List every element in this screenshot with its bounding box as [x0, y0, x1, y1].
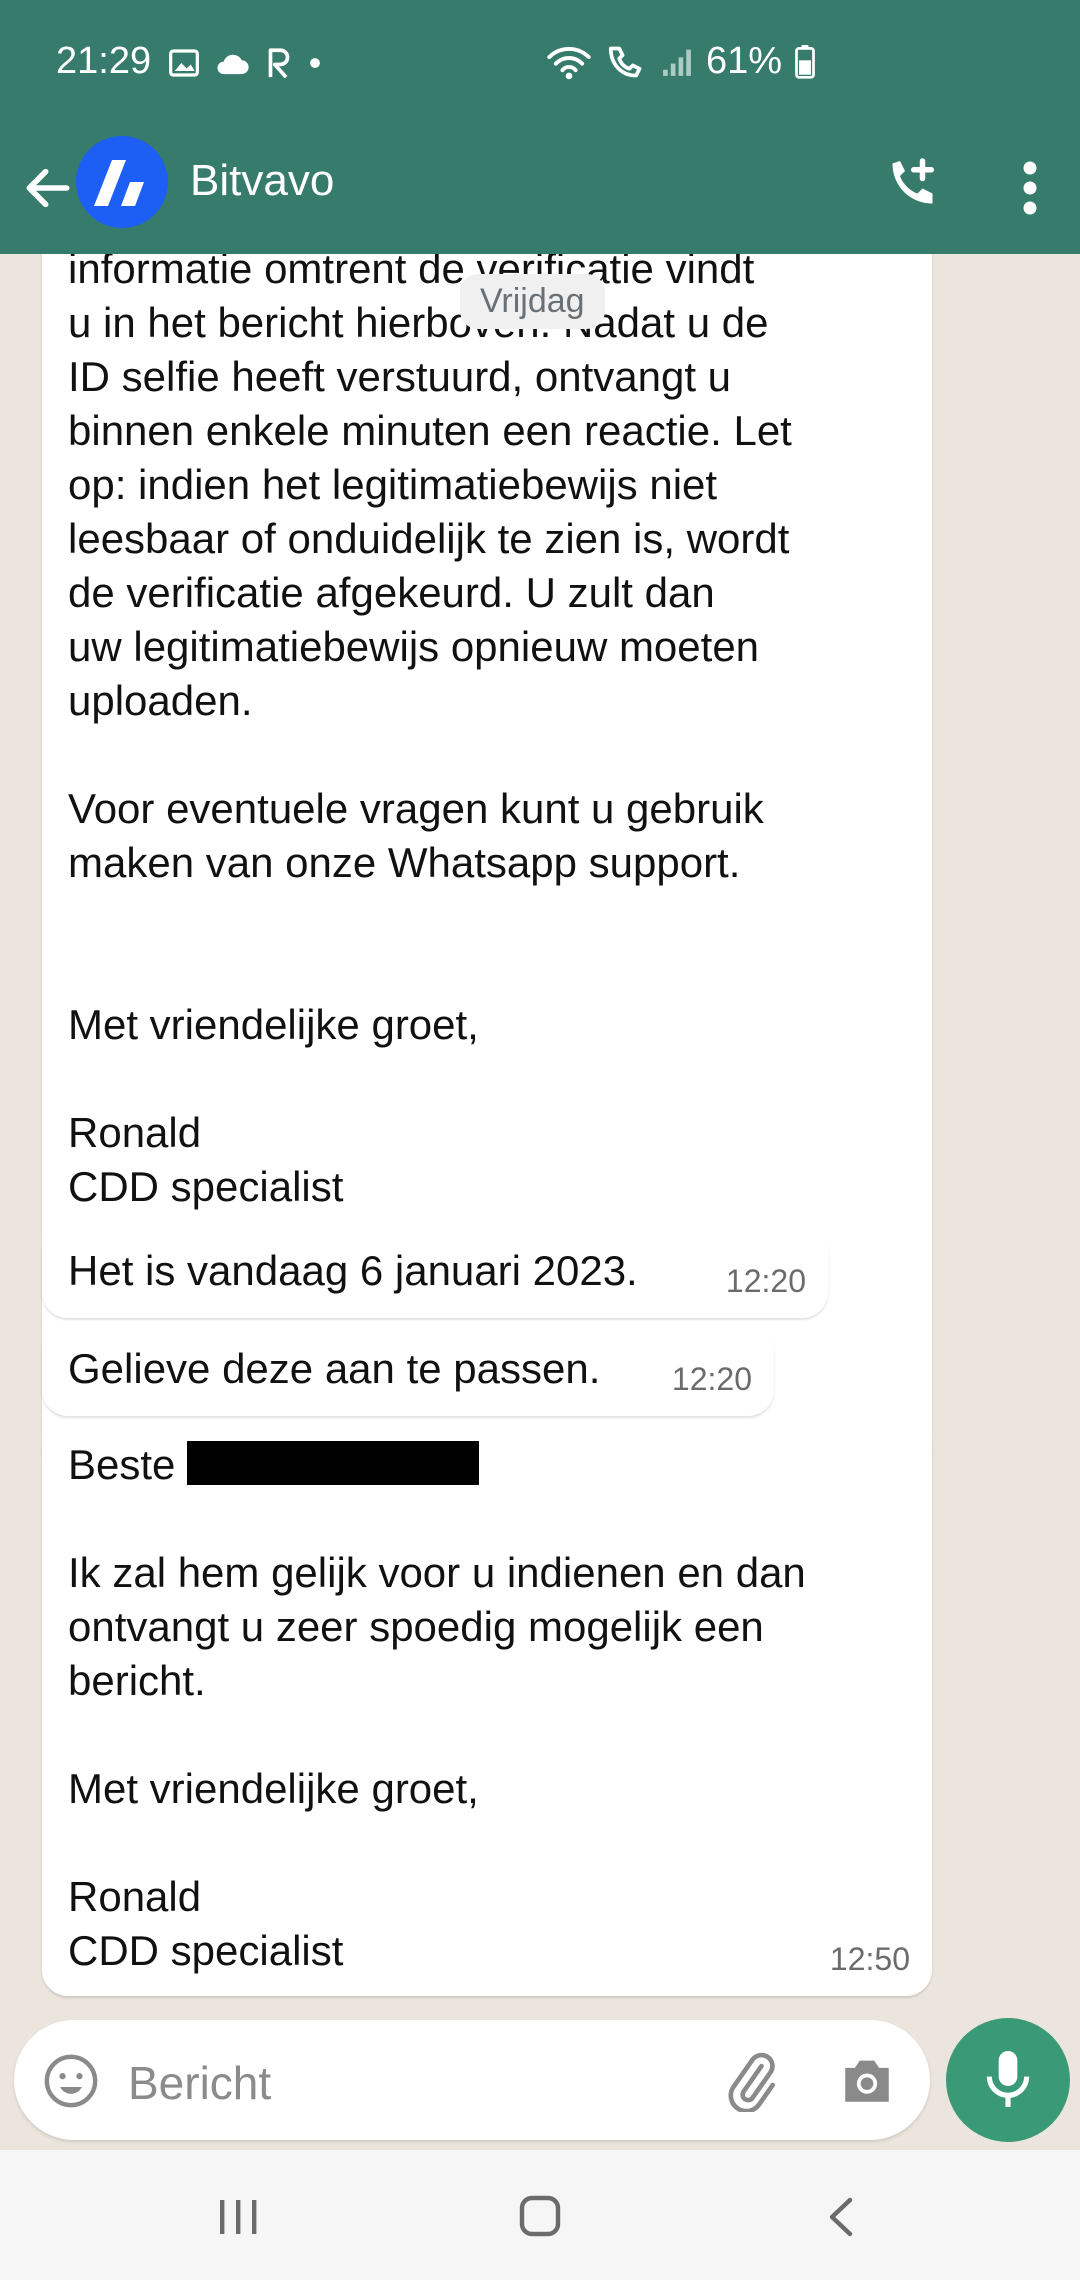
nav-back-icon[interactable]	[826, 2196, 856, 2238]
bitvavo-logo-icon	[94, 160, 144, 206]
message-time: 12:50	[829, 1941, 910, 1977]
contact-avatar[interactable]	[76, 136, 168, 228]
message-text: Ik zal hem gelijk voor u indienen en dan…	[68, 1549, 806, 1974]
voice-message-button[interactable]	[946, 2018, 1070, 2142]
contact-name[interactable]: Bitvavo	[190, 156, 334, 206]
image-icon	[169, 49, 199, 77]
system-nav-bar	[0, 2150, 1080, 2280]
recent-apps-icon[interactable]	[216, 2198, 260, 2236]
message-text: Het is vandaag 6 januari 2023.	[68, 1247, 638, 1294]
message-composer[interactable]: Bericht	[14, 2020, 930, 2140]
message-time: 12:20	[671, 1361, 752, 1397]
greeting-text: Beste	[68, 1441, 176, 1488]
message-input[interactable]: Bericht	[128, 2056, 271, 2110]
message-greeting: Beste	[68, 1438, 480, 1492]
status-time: 21:29	[56, 40, 152, 82]
camera-icon[interactable]	[838, 2052, 896, 2108]
message-time: 12:20	[725, 1263, 806, 1299]
dot-icon	[310, 58, 320, 68]
cloud-icon	[217, 54, 249, 75]
message-bubble[interactable]: Het is vandaag 6 januari 2023. 12:20	[42, 1228, 828, 1318]
status-bar: 21:29 61%	[0, 0, 1080, 128]
wifi-icon	[547, 46, 591, 79]
status-right: 61%	[546, 40, 816, 83]
battery-percent: 61%	[705, 40, 782, 82]
home-icon[interactable]	[518, 2194, 562, 2238]
attach-icon[interactable]	[720, 2050, 782, 2112]
back-arrow-icon[interactable]	[20, 160, 76, 216]
status-notification-icons	[168, 46, 322, 80]
mic-icon	[986, 2051, 1030, 2107]
signal-icon	[663, 49, 691, 76]
battery-icon	[795, 44, 815, 79]
emoji-icon[interactable]	[42, 2052, 100, 2110]
message-bubble[interactable]: Gelieve deze aan te passen. 12:20	[42, 1326, 774, 1416]
add-call-icon[interactable]	[880, 156, 940, 216]
message-bubble[interactable]: Beste Ik zal hem gelijk voor u indienen …	[42, 1424, 932, 1996]
message-text: informatie omtrent de verificatie vindt …	[68, 254, 792, 1210]
more-icon[interactable]	[1018, 158, 1042, 218]
r-app-icon	[268, 48, 290, 79]
chat-area[interactable]: informatie omtrent de verificatie vindt …	[0, 254, 1080, 2024]
message-text: Gelieve deze aan te passen.	[68, 1345, 601, 1392]
redacted-name	[187, 1441, 480, 1485]
wifi-call-icon	[608, 46, 642, 77]
day-separator: Vrijdag	[460, 274, 605, 329]
